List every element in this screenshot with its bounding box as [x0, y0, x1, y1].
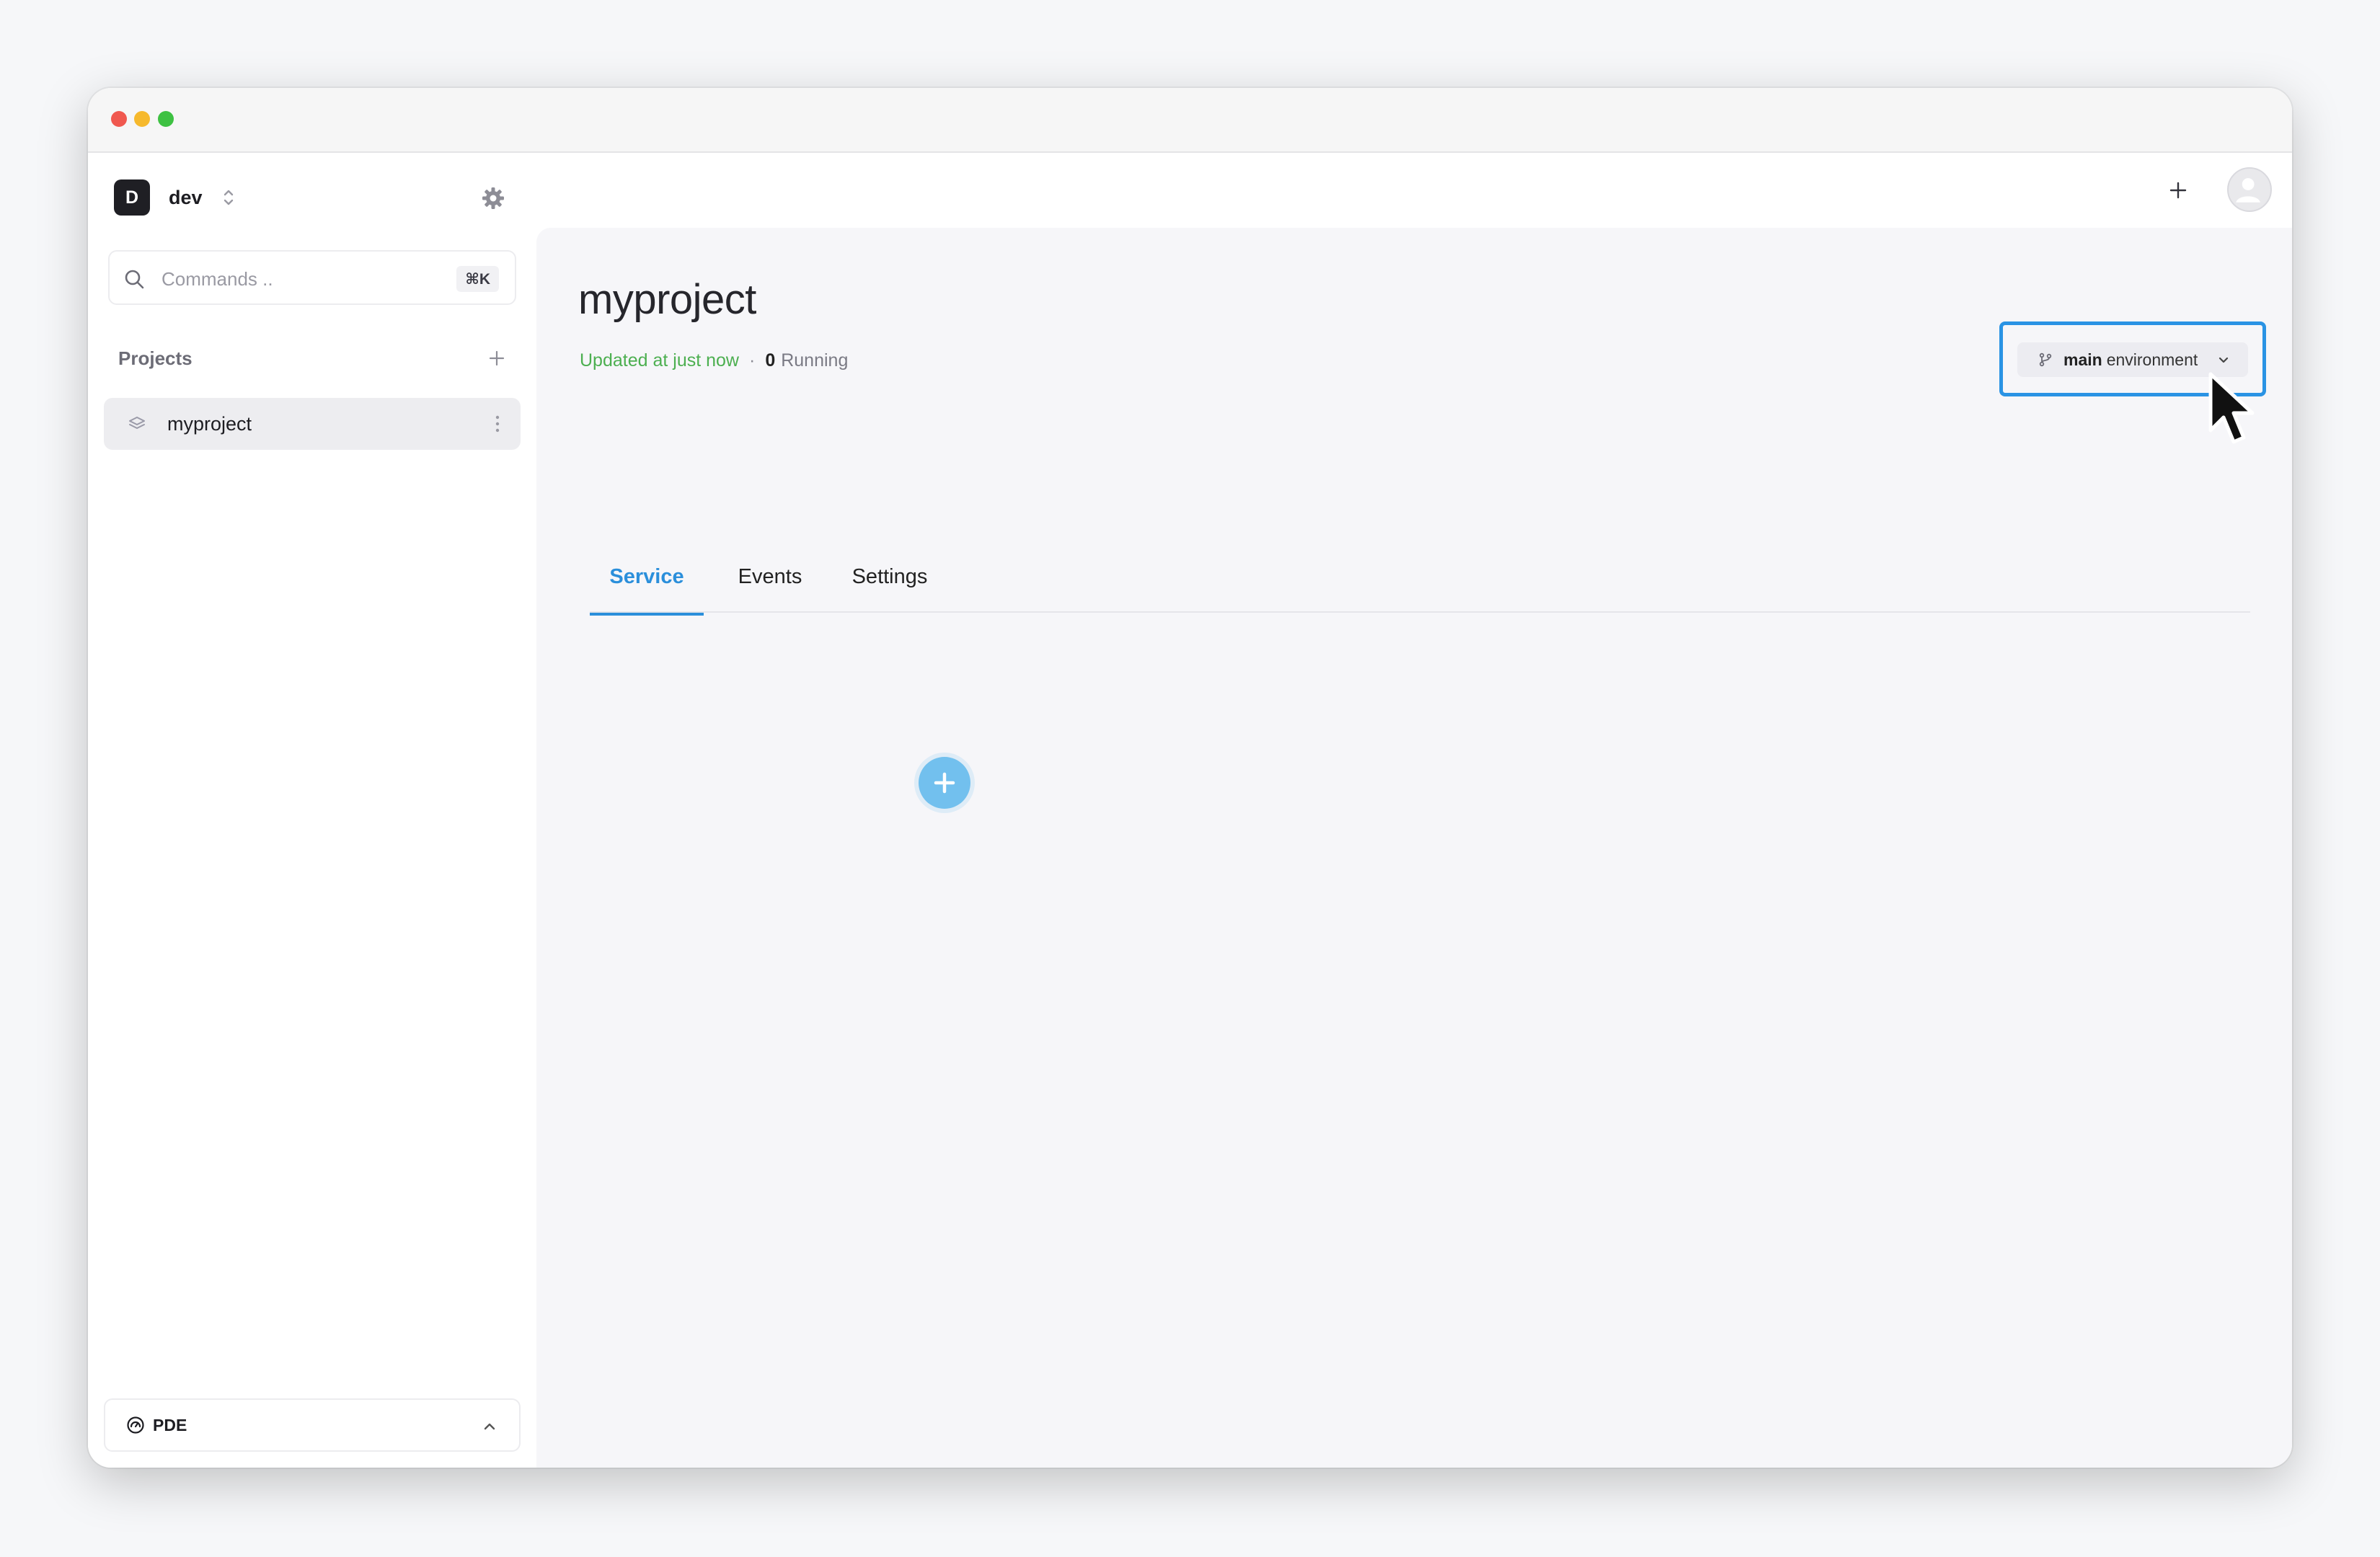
- search-icon: [125, 270, 144, 289]
- running-label: Running: [781, 350, 849, 371]
- sidebar-item-myproject[interactable]: myproject: [104, 398, 521, 450]
- running-count: 0: [765, 350, 776, 371]
- mouse-pointer-icon: [2208, 372, 2255, 444]
- project-status: Updated at just now · 0 Running: [580, 350, 848, 371]
- add-project-plus-icon[interactable]: [486, 347, 508, 369]
- kebab-icon[interactable]: [493, 414, 502, 434]
- minimize-window-button[interactable]: [134, 111, 150, 127]
- user-avatar-icon[interactable]: [2227, 167, 2272, 212]
- sidebar: D dev Commands .. ⌘K Projects myproject …: [88, 153, 536, 1468]
- project-name: myproject: [167, 412, 252, 435]
- app-window: D dev Commands .. ⌘K Projects myproject …: [88, 88, 2292, 1468]
- command-search[interactable]: ⌘K: [108, 250, 516, 305]
- projects-title: Projects: [118, 347, 193, 369]
- environment-suffix: environment: [2106, 350, 2198, 369]
- tab-events[interactable]: Events: [727, 538, 813, 613]
- plus-icon: [934, 772, 955, 794]
- git-branch-icon: [2039, 352, 2052, 367]
- chevron-up-down-icon: [224, 190, 233, 205]
- chevron-up-icon: [484, 1423, 495, 1430]
- close-window-button[interactable]: [111, 111, 127, 127]
- workspace-avatar: D: [114, 179, 150, 216]
- workspace-name: dev: [169, 186, 203, 208]
- command-search-input[interactable]: [162, 263, 435, 295]
- tab-service[interactable]: Service: [590, 538, 704, 616]
- title-bar: [88, 88, 2292, 153]
- gear-icon[interactable]: [482, 187, 505, 210]
- chevron-down-icon: [2219, 357, 2229, 363]
- projects-header: Projects: [118, 344, 516, 373]
- plus-icon[interactable]: [2165, 177, 2191, 203]
- environment-name: main: [2063, 350, 2102, 369]
- pde-panel-toggle[interactable]: PDE: [104, 1398, 521, 1452]
- status-separator: ·: [748, 350, 756, 371]
- project-tabs: Service Events Settings: [590, 538, 2250, 616]
- search-shortcut-badge: ⌘K: [456, 266, 499, 292]
- tab-settings[interactable]: Settings: [839, 538, 940, 613]
- pde-label: PDE: [153, 1415, 187, 1434]
- gauge-icon: [127, 1416, 144, 1434]
- main-content: myproject Updated at just now · 0 Runnin…: [536, 228, 2292, 1468]
- add-service-button[interactable]: [919, 757, 970, 809]
- top-bar: [536, 153, 2292, 228]
- page-title: myproject: [578, 276, 756, 323]
- workspace-switcher[interactable]: D dev: [114, 179, 236, 216]
- layers-icon: [129, 417, 145, 429]
- maximize-window-button[interactable]: [158, 111, 174, 127]
- updated-status: Updated at just now: [580, 350, 739, 371]
